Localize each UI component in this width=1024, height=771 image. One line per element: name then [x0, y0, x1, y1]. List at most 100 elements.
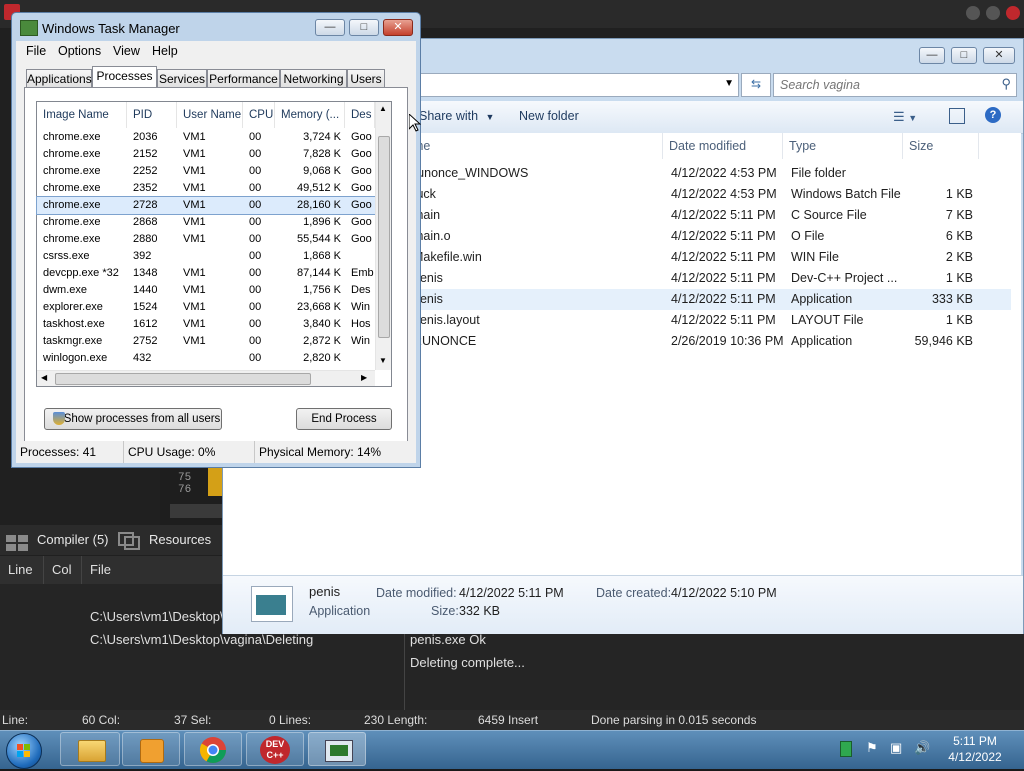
file-row[interactable]: runonce_WINDOWS 4/12/2022 4:53 PM File fol…: [391, 163, 1011, 184]
tab-compiler[interactable]: Compiler (5): [4, 525, 114, 555]
scroll-down-icon[interactable]: ▼: [379, 356, 387, 365]
file-size: 1 KB: [945, 187, 973, 201]
process-row[interactable]: chrome.exe 2036 VM1 00 3,724 K Goo: [37, 129, 375, 146]
col-name[interactable]: Name: [391, 133, 663, 159]
process-row[interactable]: csrss.exe 392 00 1,868 K: [37, 248, 375, 265]
col-date-modified[interactable]: Date modified: [663, 133, 783, 159]
code-editor[interactable]: 74 75 76: [160, 460, 244, 530]
scroll-up-icon[interactable]: ▲: [379, 104, 387, 113]
taskbar-explorer[interactable]: [60, 732, 120, 766]
process-list[interactable]: Image Name PID User Name CPU Memory (...…: [36, 101, 392, 387]
col-size[interactable]: Size: [903, 133, 979, 159]
process-user: VM1: [183, 318, 206, 330]
col-image-name[interactable]: Image Name: [37, 102, 127, 128]
file-date: 4/12/2022 5:11 PM: [671, 229, 776, 243]
menu-view[interactable]: View: [113, 41, 140, 61]
col-memory[interactable]: Memory (...: [275, 102, 345, 128]
share-with-button[interactable]: Share with ▼: [419, 109, 494, 123]
search-icon[interactable]: ⚲: [1001, 76, 1011, 92]
process-row[interactable]: chrome.exe 2728 VM1 00 28,160 K Goo: [36, 196, 376, 215]
col-description[interactable]: Des: [345, 102, 375, 128]
file-row[interactable]: penis 4/12/2022 5:11 PM Dev-C++ Project ..…: [391, 268, 1011, 289]
folder-icon: [78, 740, 106, 762]
process-user: VM1: [183, 131, 206, 143]
file-row[interactable]: penis.layout 4/12/2022 5:11 PM LAYOUT File…: [391, 310, 1011, 331]
process-row[interactable]: winlogon.exe 432 00 2,820 K: [37, 350, 375, 367]
file-date: 4/12/2022 4:53 PM: [671, 187, 777, 201]
file-type: Application: [791, 292, 853, 306]
grid-icon: [6, 532, 30, 551]
refresh-icon[interactable]: ⇆: [741, 73, 771, 97]
taskbar-chrome[interactable]: [184, 732, 242, 766]
taskbar-devcpp[interactable]: DEV C++: [246, 732, 304, 766]
tab-applications[interactable]: Applications: [26, 69, 92, 87]
process-row[interactable]: chrome.exe 2868 VM1 00 1,896 K Goo: [37, 214, 375, 231]
process-row[interactable]: chrome.exe 2880 VM1 00 55,544 K Goo: [37, 231, 375, 248]
start-button[interactable]: [6, 733, 42, 769]
scroll-thumb[interactable]: [378, 136, 390, 338]
tab-performance[interactable]: Performance: [207, 69, 280, 87]
process-row[interactable]: taskmgr.exe 2752 VM1 00 2,872 K Win: [37, 333, 375, 350]
tab-users[interactable]: Users: [347, 69, 385, 87]
show-all-processes-button[interactable]: Show processes from all users: [44, 408, 222, 430]
col-pid[interactable]: PID: [127, 102, 177, 128]
tab-resources[interactable]: Resources: [118, 525, 218, 555]
help-icon[interactable]: ?: [985, 107, 1001, 123]
menu-options[interactable]: Options: [58, 41, 101, 61]
maximize-button[interactable]: □: [349, 19, 379, 36]
minimize-button[interactable]: —: [919, 47, 945, 64]
end-process-button[interactable]: End Process: [296, 408, 392, 430]
clock[interactable]: 5:11 PM 4/12/2022: [940, 733, 1010, 765]
menu-file[interactable]: File: [26, 41, 46, 61]
log-col-col[interactable]: Col: [44, 556, 82, 584]
log-col-file[interactable]: File: [82, 556, 224, 584]
scroll-right-icon[interactable]: ▶: [361, 373, 367, 382]
close-button[interactable]: ✕: [383, 19, 413, 36]
search-input[interactable]: [778, 76, 982, 94]
tab-networking[interactable]: Networking: [280, 69, 347, 87]
process-row[interactable]: taskhost.exe 1612 VM1 00 3,840 K Hos: [37, 316, 375, 333]
maximize-button[interactable]: [986, 6, 1000, 20]
log-col-line[interactable]: Line: [0, 556, 44, 584]
tab-services[interactable]: Services: [157, 69, 207, 87]
tray-status-icon[interactable]: [840, 741, 852, 757]
preview-pane-icon[interactable]: [949, 108, 965, 124]
view-options-icon[interactable]: ☰ ▼: [893, 109, 917, 125]
address-bar[interactable]: ▼: [383, 73, 739, 97]
close-button[interactable]: ✕: [983, 47, 1015, 64]
col-user-name[interactable]: User Name: [177, 102, 243, 128]
file-row[interactable]: penis 4/12/2022 5:11 PM Application 333 KB: [391, 289, 1011, 310]
file-row[interactable]: main.o 4/12/2022 5:11 PM O File 6 KB: [391, 226, 1011, 247]
flag-icon[interactable]: ⚑: [866, 740, 882, 756]
volume-icon[interactable]: 🔊: [914, 740, 930, 756]
file-row[interactable]: fuck 4/12/2022 4:53 PM Windows Batch File 1…: [391, 184, 1011, 205]
network-icon[interactable]: ▣: [890, 740, 906, 756]
file-row[interactable]: RUNONCE 2/26/2019 10:36 PM Application 59,9…: [391, 331, 1011, 352]
close-button[interactable]: [1006, 6, 1020, 20]
maximize-button[interactable]: □: [951, 47, 977, 64]
process-row[interactable]: chrome.exe 2352 VM1 00 49,512 K Goo: [37, 180, 375, 197]
process-row[interactable]: explorer.exe 1524 VM1 00 23,668 K Win: [37, 299, 375, 316]
tab-processes[interactable]: Processes: [92, 66, 157, 88]
process-row[interactable]: chrome.exe 2252 VM1 00 9,068 K Goo: [37, 163, 375, 180]
scroll-thumb[interactable]: [55, 373, 311, 385]
vertical-scrollbar[interactable]: ▲ ▼: [375, 102, 391, 370]
process-row[interactable]: chrome.exe 2152 VM1 00 7,828 K Goo: [37, 146, 375, 163]
taskbar-task-manager[interactable]: [308, 732, 366, 766]
process-row[interactable]: dwm.exe 1440 VM1 00 1,756 K Des: [37, 282, 375, 299]
new-folder-button[interactable]: New folder: [519, 109, 579, 123]
search-box[interactable]: ⚲: [773, 73, 1017, 97]
minimize-button[interactable]: [966, 6, 980, 20]
taskbar-media-player[interactable]: [122, 732, 180, 766]
col-cpu[interactable]: CPU: [243, 102, 275, 128]
process-user: VM1: [183, 165, 206, 177]
process-row[interactable]: devcpp.exe *32 1348 VM1 00 87,144 K Emb: [37, 265, 375, 282]
chevron-down-icon[interactable]: ▼: [724, 78, 734, 89]
col-type[interactable]: Type: [783, 133, 903, 159]
minimize-button[interactable]: —: [315, 19, 345, 36]
horizontal-scrollbar[interactable]: ◀ ▶: [37, 370, 375, 386]
menu-help[interactable]: Help: [152, 41, 178, 61]
file-row[interactable]: main 4/12/2022 5:11 PM C Source File 7 KB: [391, 205, 1011, 226]
file-row[interactable]: Makefile.win 4/12/2022 5:11 PM WIN File 2 K…: [391, 247, 1011, 268]
scroll-left-icon[interactable]: ◀: [41, 373, 47, 382]
